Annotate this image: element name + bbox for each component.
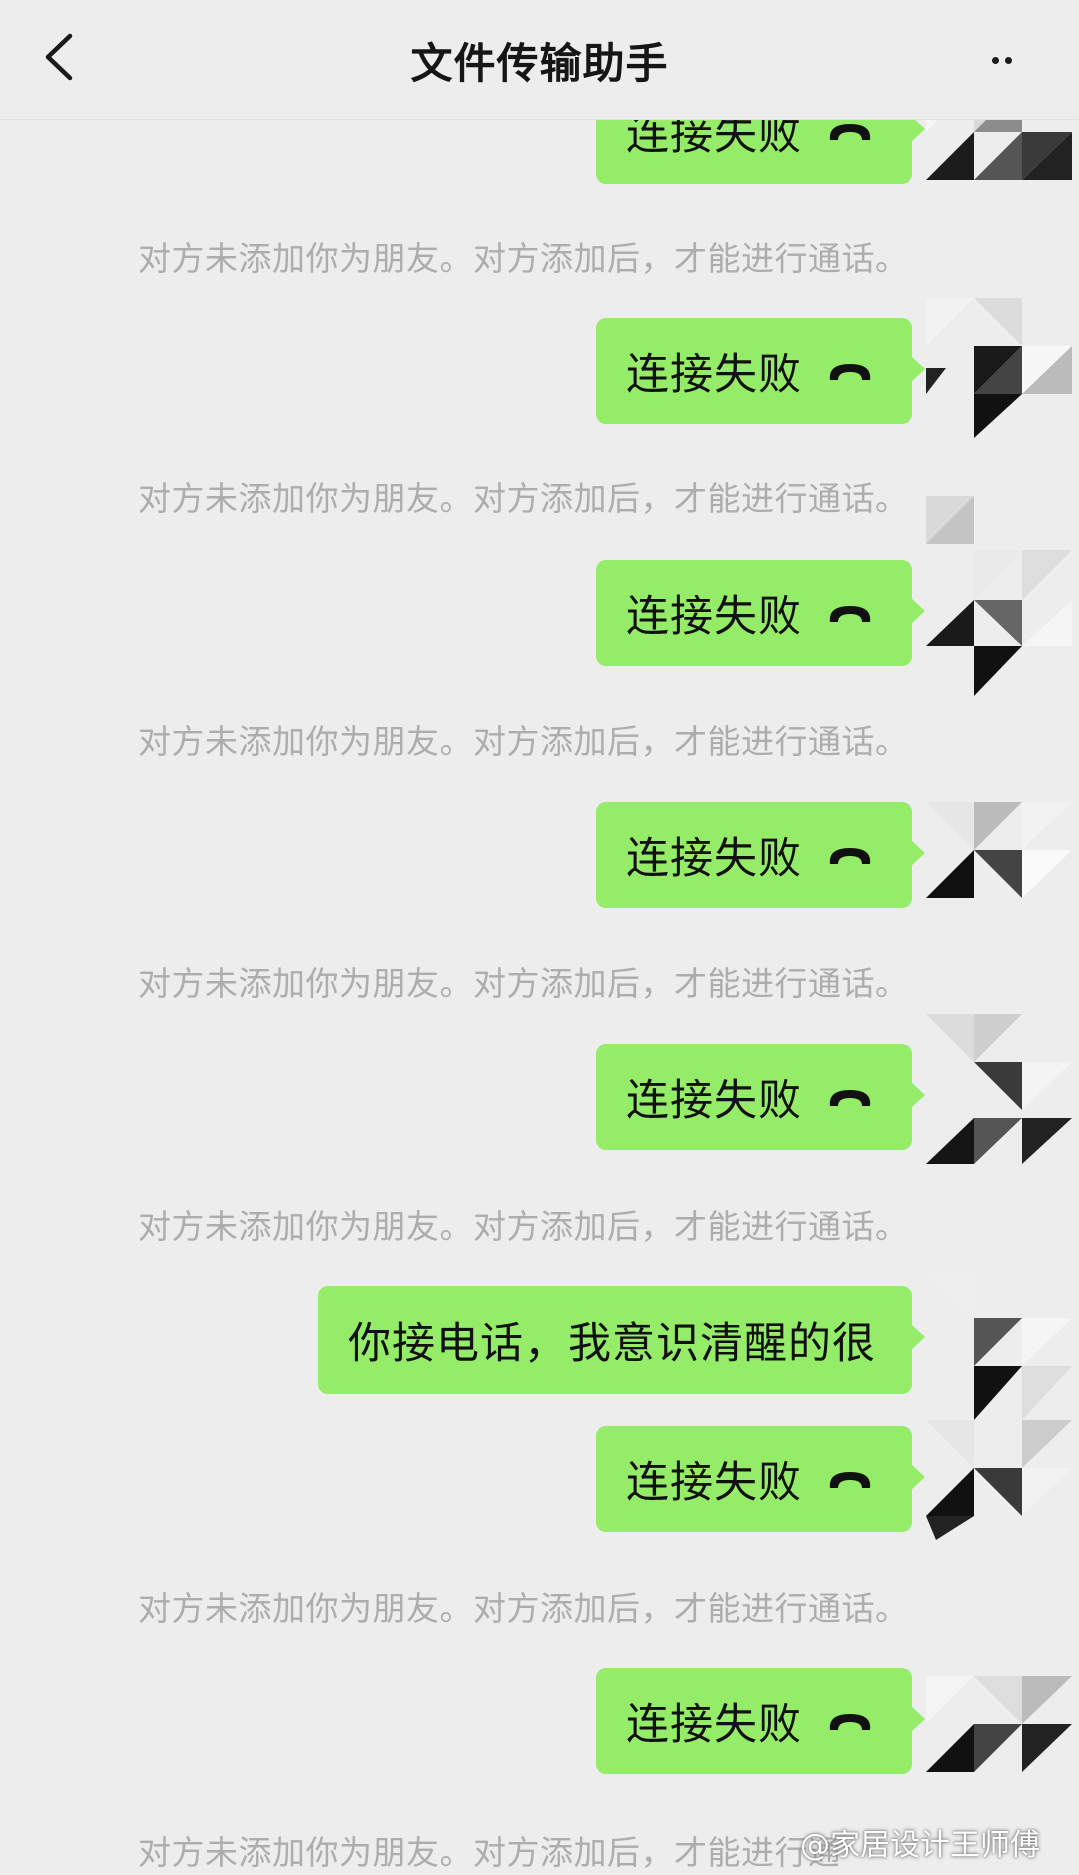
avatar[interactable] xyxy=(926,1014,1072,1164)
phone-hangup-icon xyxy=(824,358,876,384)
avatar[interactable] xyxy=(926,1270,1072,1420)
avatar[interactable] xyxy=(926,298,1072,438)
phone-hangup-icon xyxy=(824,1084,876,1110)
phone-hangup-icon xyxy=(824,1466,876,1492)
avatar[interactable] xyxy=(926,1676,1072,1786)
call-failed-text: 连接失败 xyxy=(626,834,802,884)
call-failed-text: 连接失败 xyxy=(626,1458,802,1508)
text-message-bubble[interactable]: 你接电话，我意识清醒的很 xyxy=(318,1286,925,1394)
phone-hangup-icon xyxy=(824,842,876,868)
system-notice: 对方未添加你为朋友。对方添加后，才能进行通话。 xyxy=(138,722,898,761)
phone-hangup-icon xyxy=(824,118,876,144)
system-notice: 对方未添加你为朋友。对方添加后，才能进行通话。 xyxy=(138,239,909,278)
avatar[interactable] xyxy=(926,496,1072,696)
more-dot xyxy=(1005,56,1012,64)
call-failed-text: 连接失败 xyxy=(626,592,802,642)
call-failed-bubble[interactable]: 连接失败 xyxy=(596,1044,925,1150)
call-failed-bubble[interactable]: 连接失败 xyxy=(596,1426,925,1532)
call-failed-text: 连接失败 xyxy=(626,1700,802,1750)
more-dots-icon xyxy=(992,56,999,64)
system-notice: 对方未添加你为朋友。对方添加后，才能进行通话。 xyxy=(138,1833,838,1872)
avatar[interactable] xyxy=(926,802,1072,912)
avatar[interactable] xyxy=(926,1420,1072,1540)
call-failed-bubble[interactable]: 连接失败 xyxy=(596,318,925,424)
message-text: 你接电话，我意识清醒的很 xyxy=(348,1319,876,1369)
chat-title: 文件传输助手 xyxy=(410,39,669,88)
system-notice: 对方未添加你为朋友。对方添加后，才能进行通话。 xyxy=(138,964,909,1003)
call-failed-bubble[interactable]: 连接失败 xyxy=(596,1668,925,1774)
system-notice: 对方未添加你为朋友。对方添加后，才能进行通话。 xyxy=(138,1207,909,1246)
system-notice: 对方未添加你为朋友。对方添加后，才能进行通话。 xyxy=(138,1589,909,1628)
watermark: @家居设计王师傅 xyxy=(800,1820,1040,1864)
call-failed-bubble[interactable]: 连接失败 xyxy=(596,560,925,666)
more-button[interactable] xyxy=(977,40,1027,80)
phone-hangup-icon xyxy=(824,1708,876,1734)
phone-hangup-icon xyxy=(824,600,876,626)
chat-screen: 文件传输助手 连接失败 对方未添加你为朋友。对方添加后，才能进行通话。 连接失败 xyxy=(0,0,1079,1875)
chat-header: 文件传输助手 xyxy=(0,0,1079,120)
call-failed-text: 连接失败 xyxy=(626,350,802,400)
call-failed-bubble[interactable]: 连接失败 xyxy=(596,802,925,908)
system-notice: 对方未添加你为朋友。对方添加后，才能进行通话。 xyxy=(138,479,909,518)
call-failed-text: 连接失败 xyxy=(626,1076,802,1126)
watermark-text: @家居设计王师傅 xyxy=(800,1828,1040,1863)
